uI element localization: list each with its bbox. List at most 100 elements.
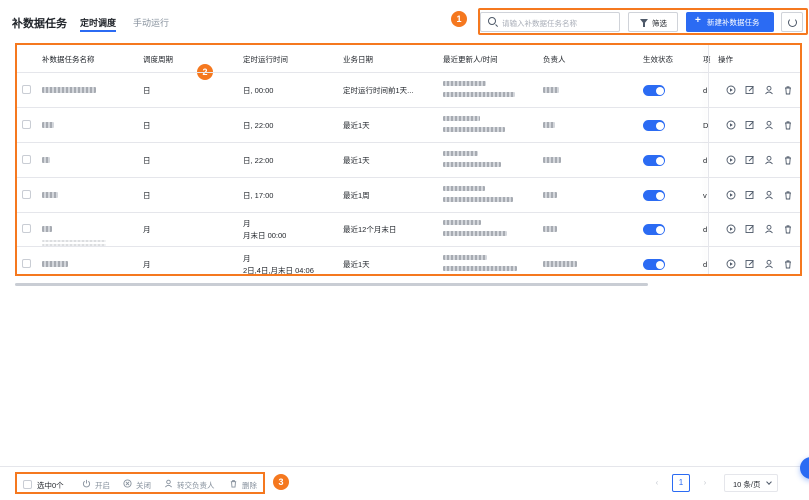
bulk-transfer-owner-button[interactable]: 转交负责人 (177, 480, 215, 491)
column-header-period: 调度周期 (143, 55, 173, 64)
schedule-period: 日 (143, 121, 151, 130)
column-header-task-name: 补数据任务名称 (42, 55, 95, 64)
footer-divider (0, 466, 809, 467)
transfer-owner-icon[interactable] (764, 190, 774, 200)
business-date: 最近1天 (343, 121, 370, 130)
next-page-button[interactable]: › (696, 474, 714, 492)
page-size-select[interactable]: 10 条/页 (724, 474, 778, 492)
row-divider (17, 107, 800, 108)
delete-icon[interactable] (783, 120, 793, 130)
status-toggle[interactable] (643, 224, 665, 235)
status-toggle[interactable] (643, 155, 665, 166)
edit-icon[interactable] (745, 224, 755, 234)
business-date: 最近12个月末日 (343, 225, 397, 234)
refresh-button[interactable] (781, 12, 803, 32)
column-header-last-updated: 最近更新人/时间 (443, 55, 498, 64)
status-toggle[interactable] (643, 120, 665, 131)
owner-redacted (543, 192, 557, 198)
plus-icon: + (695, 15, 701, 26)
updated-time-redacted (443, 197, 513, 202)
updated-time-redacted (443, 127, 505, 132)
help-floating-button[interactable] (800, 457, 809, 479)
row-checkbox[interactable] (22, 190, 31, 199)
new-backfill-task-button[interactable]: + 新建补数据任务 (686, 12, 774, 32)
filter-button[interactable]: 筛选 (628, 12, 678, 32)
updated-by-redacted (443, 186, 485, 191)
status-toggle[interactable] (643, 259, 665, 270)
bulk-disable-button[interactable]: 关闭 (136, 480, 151, 491)
run-icon[interactable] (726, 259, 736, 269)
transfer-owner-icon[interactable] (764, 224, 774, 234)
task-name-redacted-line2 (42, 244, 106, 246)
search-input[interactable]: 请输入补数据任务名称 (480, 12, 620, 32)
updated-by-redacted (443, 81, 487, 86)
run-icon[interactable] (726, 120, 736, 130)
table-header-divider (17, 72, 800, 73)
new-backfill-task-label: 新建补数据任务 (707, 18, 760, 27)
run-time: 2日,4日,月末日 04:06 (243, 266, 314, 275)
fixed-column-shadow (708, 45, 709, 274)
transfer-owner-icon[interactable] (764, 259, 774, 269)
updated-by-redacted (443, 255, 488, 260)
edit-icon[interactable] (745, 190, 755, 200)
status-toggle[interactable] (643, 85, 665, 96)
search-placeholder: 请输入补数据任务名称 (502, 19, 577, 28)
bulk-delete-button[interactable]: 删除 (242, 480, 257, 491)
row-checkbox[interactable] (22, 85, 31, 94)
transfer-owner-icon[interactable] (764, 85, 774, 95)
row-checkbox[interactable] (22, 155, 31, 164)
run-icon[interactable] (726, 224, 736, 234)
status-toggle[interactable] (643, 190, 665, 201)
horizontal-scrollbar[interactable] (15, 283, 648, 286)
run-time: 日, 17:00 (243, 191, 274, 200)
annotation-marker-1: 1 (451, 11, 467, 27)
run-icon[interactable] (726, 155, 736, 165)
run-time: 日, 22:00 (243, 156, 274, 165)
delete-icon (229, 479, 238, 488)
transfer-owner-icon[interactable] (764, 155, 774, 165)
transfer-owner-icon (164, 479, 173, 488)
schedule-period: 日 (143, 86, 151, 95)
row-checkbox[interactable] (22, 120, 31, 129)
run-icon[interactable] (726, 190, 736, 200)
business-date: 定时运行时间前1天... (343, 86, 414, 95)
updated-time-redacted (443, 162, 501, 167)
table-highlight (15, 43, 802, 276)
delete-icon[interactable] (783, 85, 793, 95)
select-all-checkbox[interactable] (23, 480, 32, 489)
owner-redacted (543, 157, 561, 163)
row-checkbox[interactable] (22, 259, 31, 268)
updated-time-redacted (443, 92, 515, 97)
row-checkbox[interactable] (22, 224, 31, 233)
business-date: 最近1天 (343, 156, 370, 165)
row-divider (17, 246, 800, 247)
column-header-project: 项 (703, 55, 711, 64)
delete-icon[interactable] (783, 190, 793, 200)
column-header-status: 生效状态 (643, 55, 673, 64)
tab-manual-run[interactable]: 手动运行 (133, 16, 169, 29)
updated-time-redacted (443, 231, 507, 236)
run-time: 月末日 00:00 (243, 231, 287, 240)
run-icon[interactable] (726, 85, 736, 95)
delete-icon[interactable] (783, 155, 793, 165)
delete-icon[interactable] (783, 224, 793, 234)
page-button-1[interactable]: 1 (672, 474, 690, 492)
tab-scheduled[interactable]: 定时调度 (80, 16, 116, 29)
transfer-owner-icon[interactable] (764, 120, 774, 130)
filter-label: 筛选 (652, 19, 667, 28)
bulk-enable-button[interactable]: 开启 (95, 480, 110, 491)
edit-icon[interactable] (745, 85, 755, 95)
edit-icon[interactable] (745, 120, 755, 130)
prev-page-button[interactable]: ‹ (648, 474, 666, 492)
edit-icon[interactable] (745, 155, 755, 165)
chevron-down-icon (766, 479, 772, 485)
schedule-period: 日 (143, 191, 151, 200)
owner-redacted (543, 261, 577, 267)
page-size-label: 10 条/页 (733, 480, 761, 489)
schedule-period: 月 (143, 225, 151, 234)
owner-redacted (543, 122, 555, 128)
edit-icon[interactable] (745, 259, 755, 269)
updated-by-redacted (443, 151, 478, 156)
filter-icon (640, 19, 648, 27)
delete-icon[interactable] (783, 259, 793, 269)
